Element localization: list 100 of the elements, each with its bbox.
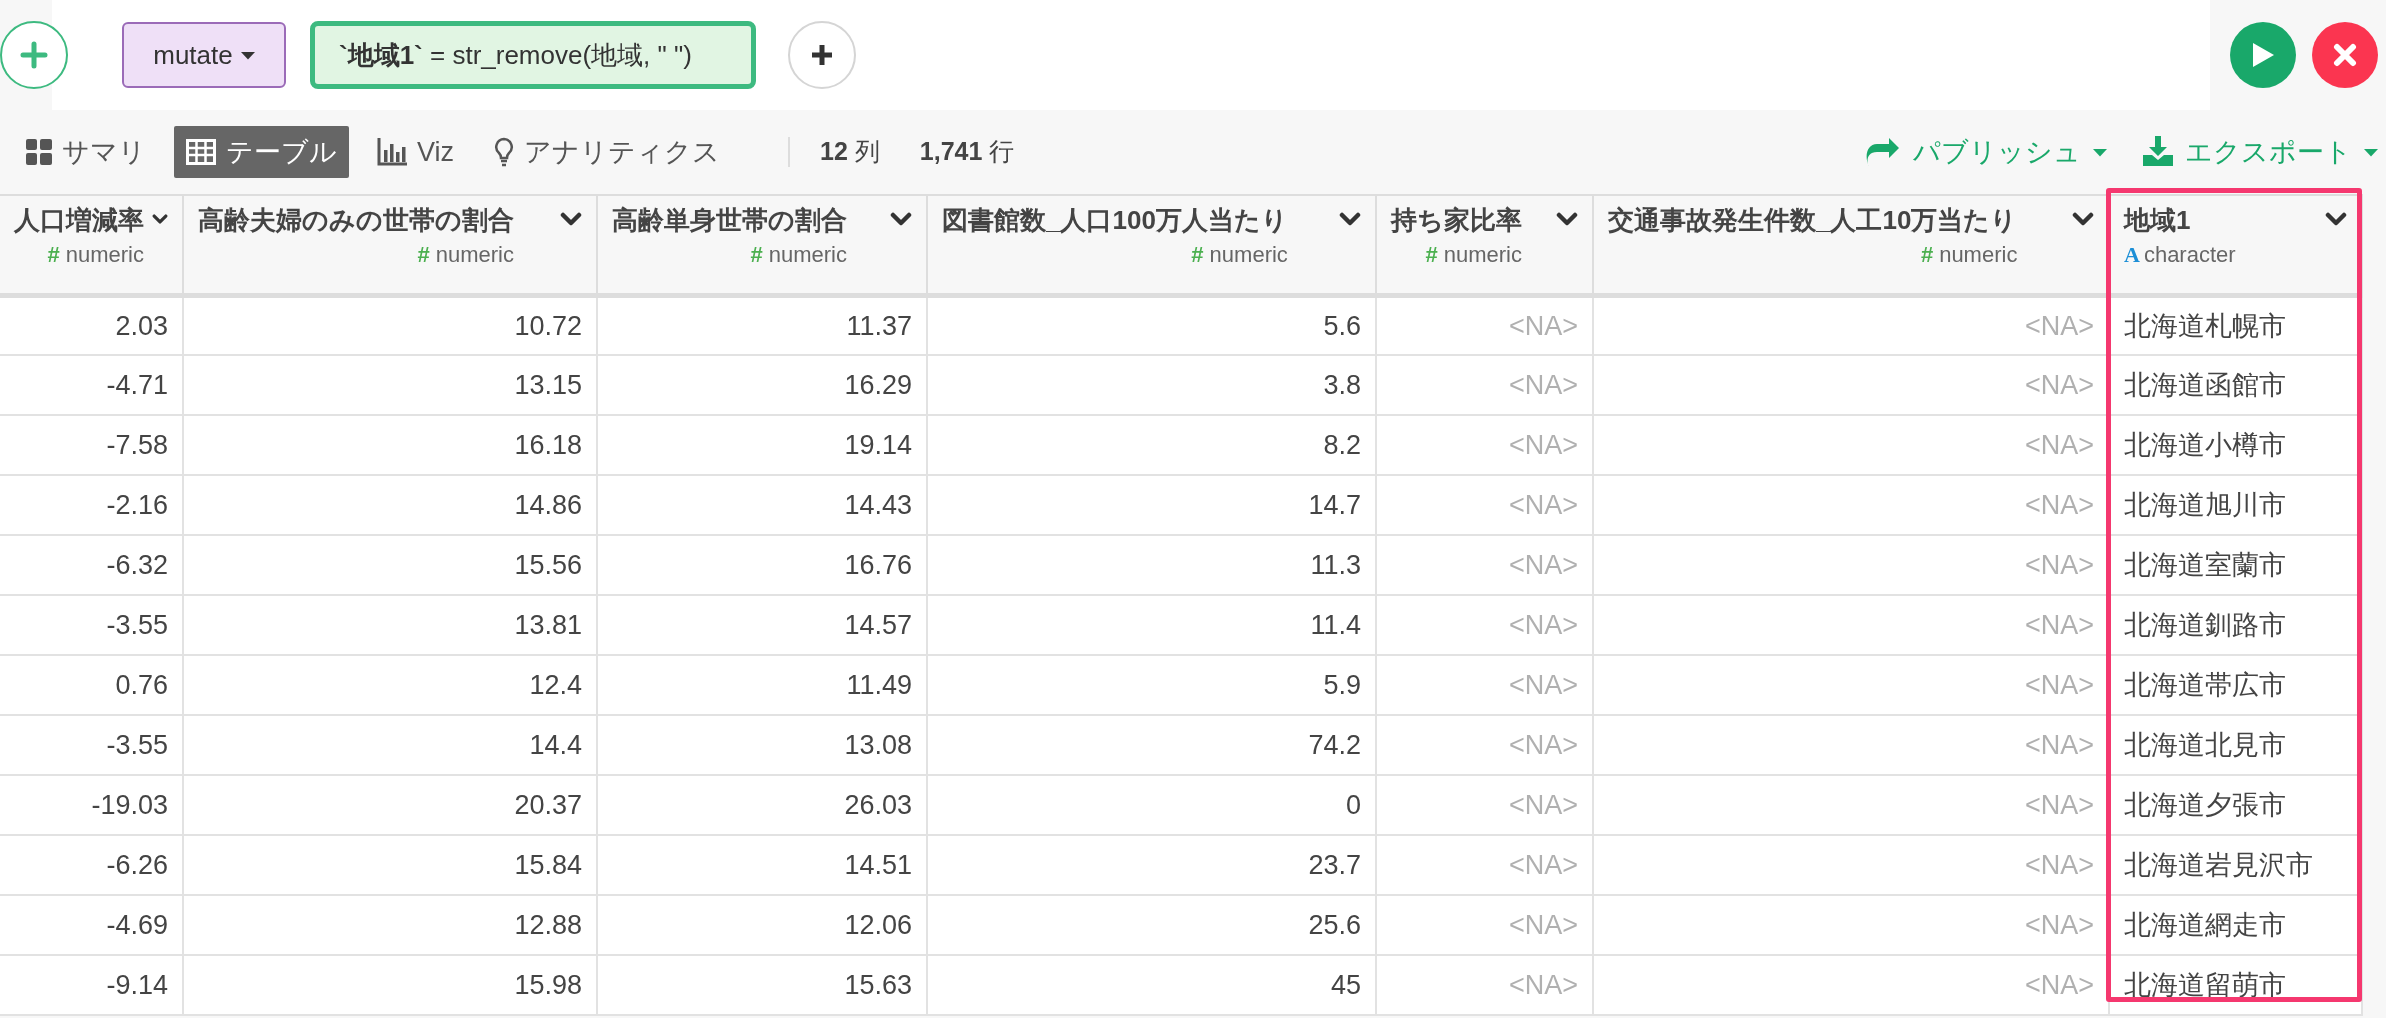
table-cell: -2.16 — [0, 475, 183, 535]
close-icon — [2333, 43, 2357, 67]
lightbulb-icon — [494, 137, 515, 167]
column-name: 図書館数_人口100万人当たり — [942, 204, 1288, 237]
chevron-down-icon[interactable] — [2325, 212, 2347, 226]
column-header[interactable]: 人口増減率 # numeric — [0, 195, 183, 295]
table-cell: 8.2 — [927, 415, 1376, 475]
column-header[interactable]: 交通事故発生件数_人工10万当たり # numeric — [1593, 195, 2109, 295]
plus-icon — [810, 43, 834, 67]
plus-icon — [20, 41, 48, 69]
column-type: numeric — [1209, 241, 1288, 267]
table-cell: 25.6 — [927, 895, 1376, 955]
table-cell: 13.15 — [183, 355, 597, 415]
formula-field[interactable]: `地域1` = str_remove(地域, " ") — [310, 21, 756, 89]
column-type: numeric — [65, 241, 144, 267]
table-cell: 11.3 — [927, 535, 1376, 595]
view-tab[interactable]: アナリティクス — [482, 126, 733, 178]
grid-icon — [26, 139, 52, 165]
table-cell: 11.37 — [597, 295, 927, 355]
table-cell: 16.76 — [597, 535, 927, 595]
table-cell: <NA> — [1376, 715, 1593, 775]
table-cell: -4.71 — [0, 355, 183, 415]
table-cell: <NA> — [1376, 295, 1593, 355]
count-label: 12 列 — [820, 136, 880, 168]
table-cell: <NA> — [1593, 475, 2109, 535]
table-cell: <NA> — [1376, 415, 1593, 475]
table-cell: 北海道小樽市 — [2109, 415, 2362, 475]
table-cell: 15.98 — [183, 955, 597, 1015]
table-cell: <NA> — [1376, 895, 1593, 955]
table-cell: 14.57 — [597, 595, 927, 655]
command-dropdown[interactable]: mutate — [122, 22, 286, 88]
table-cell: 23.7 — [927, 835, 1376, 895]
table-cell: 北海道札幌市 — [2109, 295, 2362, 355]
table-cell: 15.63 — [597, 955, 927, 1015]
table-cell: -6.32 — [0, 535, 183, 595]
bar-chart-icon — [377, 138, 407, 166]
table-cell: <NA> — [1376, 535, 1593, 595]
table-cell: -9.14 — [0, 955, 183, 1015]
table-cell: -19.03 — [0, 775, 183, 835]
table-cell: <NA> — [1376, 475, 1593, 535]
chevron-down-icon[interactable] — [152, 212, 168, 226]
column-type: character — [2143, 241, 2236, 267]
table-cell: 北海道函館市 — [2109, 355, 2362, 415]
table-cell: -3.55 — [0, 715, 183, 775]
caret-icon — [2364, 147, 2378, 157]
column-name: 人口増減率 — [14, 204, 144, 237]
table-cell: <NA> — [1376, 775, 1593, 835]
table-cell: 14.51 — [597, 835, 927, 895]
column-header[interactable]: 地域1 A character — [2109, 195, 2362, 295]
table-cell: <NA> — [1376, 655, 1593, 715]
table-cell: 北海道網走市 — [2109, 895, 2362, 955]
table-cell: 16.18 — [183, 415, 597, 475]
column-name: 交通事故発生件数_人工10万当たり — [1608, 204, 2018, 237]
table-cell: 北海道室蘭市 — [2109, 535, 2362, 595]
type-icon: # — [47, 241, 60, 267]
table-cell: 14.43 — [597, 475, 927, 535]
table-cell: 北海道釧路市 — [2109, 595, 2362, 655]
table-cell: -4.69 — [0, 895, 183, 955]
column-header[interactable]: 高齢単身世帯の割合 # numeric — [597, 195, 927, 295]
table-cell: <NA> — [1376, 835, 1593, 895]
table-cell: -7.58 — [0, 415, 183, 475]
column-header[interactable]: 図書館数_人口100万人当たり # numeric — [927, 195, 1376, 295]
type-icon: # — [750, 241, 763, 267]
column-header[interactable]: 持ち家比率 # numeric — [1376, 195, 1593, 295]
column-type: numeric — [435, 241, 514, 267]
table-cell: <NA> — [1376, 595, 1593, 655]
view-tab[interactable]: テーブル — [174, 126, 349, 178]
column-header[interactable]: 高齢夫婦のみの世帯の割合 # numeric — [183, 195, 597, 295]
table-cell: 10.72 — [183, 295, 597, 355]
table-cell: 3.8 — [927, 355, 1376, 415]
table-cell: 12.06 — [597, 895, 927, 955]
chevron-down-icon[interactable] — [1339, 212, 1361, 226]
view-tab[interactable]: サマリ — [14, 126, 158, 178]
type-icon: # — [1191, 241, 1204, 267]
table-cell: <NA> — [1593, 295, 2109, 355]
download-icon — [2143, 136, 2173, 168]
table-cell: 5.6 — [927, 295, 1376, 355]
table-cell: 北海道北見市 — [2109, 715, 2362, 775]
table-cell: 14.4 — [183, 715, 597, 775]
view-tab[interactable]: Viz — [365, 126, 467, 178]
table-cell: 14.7 — [927, 475, 1376, 535]
table-cell: <NA> — [1593, 595, 2109, 655]
table-cell: 74.2 — [927, 715, 1376, 775]
table-cell: 26.03 — [597, 775, 927, 835]
table-cell: -6.26 — [0, 835, 183, 895]
chevron-down-icon[interactable] — [1556, 212, 1578, 226]
type-icon: # — [417, 241, 430, 267]
chevron-down-icon[interactable] — [890, 212, 912, 226]
table-cell: 12.4 — [183, 655, 597, 715]
table-cell: 0 — [927, 775, 1376, 835]
table-cell: <NA> — [1593, 715, 2109, 775]
table-cell: 45 — [927, 955, 1376, 1015]
table-cell: 11.49 — [597, 655, 927, 715]
chevron-down-icon[interactable] — [560, 212, 582, 226]
table-cell: <NA> — [1593, 775, 2109, 835]
chevron-down-icon[interactable] — [2072, 212, 2094, 226]
table-cell: 0.76 — [0, 655, 183, 715]
table-cell: 13.08 — [597, 715, 927, 775]
table-cell: 15.84 — [183, 835, 597, 895]
type-icon: # — [1920, 241, 1934, 267]
